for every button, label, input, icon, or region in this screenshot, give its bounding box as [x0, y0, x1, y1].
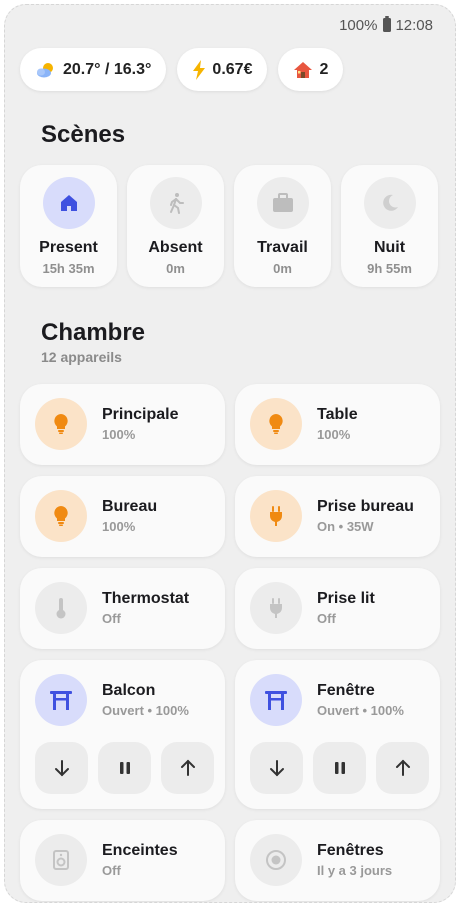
home-icon: [42, 177, 95, 229]
shutter-icon: [250, 674, 302, 726]
device-name: Fenêtre: [317, 682, 375, 699]
scene-time: 0m: [166, 261, 185, 276]
device-name: Table: [317, 406, 358, 423]
scene-time: 0m: [273, 261, 292, 276]
scene-travail[interactable]: Travail 0m: [234, 165, 331, 287]
device-state: Off: [102, 863, 121, 878]
device-card-fenetre[interactable]: Fenêtre Ouvert • 100%: [235, 660, 440, 809]
cover-up-button[interactable]: [161, 742, 214, 794]
sensor-icon: [250, 834, 302, 886]
device-state: Off: [317, 611, 336, 626]
cover-stop-button[interactable]: [98, 742, 151, 794]
walking-icon: [149, 177, 202, 229]
device-name: Fenêtres: [317, 842, 384, 859]
cover-up-button[interactable]: [376, 742, 429, 794]
scene-name: Nuit: [373, 239, 406, 256]
device-name: Principale: [102, 406, 179, 423]
status-bar: 100% 12:08: [339, 15, 433, 35]
energy-label: 0.67€: [212, 60, 253, 78]
battery-icon: [383, 16, 392, 32]
energy-chip[interactable]: 0.67€: [177, 48, 268, 91]
device-state: 100%: [102, 519, 136, 534]
device-name: Enceintes: [102, 842, 178, 859]
device-state: 100%: [317, 427, 351, 442]
app-screen: 100% 12:08 20.7° / 16.3° 0.67€ 2 Scènes …: [4, 4, 456, 903]
device-state: 100%: [102, 427, 136, 442]
device-name: Balcon: [102, 682, 156, 699]
arrow-down-icon: [269, 760, 284, 777]
cover-down-button[interactable]: [250, 742, 303, 794]
device-card-table[interactable]: Table 100%: [235, 384, 440, 465]
lightning-icon: [192, 59, 206, 80]
pause-icon: [334, 762, 345, 774]
weather-chip[interactable]: 20.7° / 16.3°: [20, 48, 167, 91]
device-card-prise-lit[interactable]: Prise lit Off: [235, 568, 440, 649]
room-title: Chambre: [41, 319, 146, 346]
device-name: Prise lit: [317, 590, 375, 607]
scene-nuit[interactable]: Nuit 9h 55m: [341, 165, 438, 287]
device-state: Ouvert • 100%: [317, 703, 404, 718]
clock: 12:08: [395, 16, 433, 34]
presence-label: 2: [319, 60, 329, 78]
bulb-icon: [35, 490, 87, 542]
shutter-icon: [35, 674, 87, 726]
scene-name: Present: [39, 239, 98, 256]
arrow-up-icon: [395, 759, 410, 776]
arrow-up-icon: [180, 759, 195, 776]
scenes-title: Scènes: [41, 121, 126, 148]
device-state: Il y a 3 jours: [317, 863, 393, 878]
weather-label: 20.7° / 16.3°: [63, 60, 152, 78]
plug-icon: [250, 490, 302, 542]
room-subtitle: 12 appareils: [41, 349, 122, 365]
weather-partly-cloudy-icon: [35, 61, 57, 79]
moon-icon: [363, 177, 416, 229]
device-name: Thermostat: [102, 590, 190, 607]
house-icon: [293, 61, 313, 79]
device-name: Prise bureau: [317, 498, 414, 515]
scene-time: 15h 35m: [42, 261, 95, 276]
thermometer-icon: [35, 582, 87, 634]
speaker-icon: [35, 834, 87, 886]
device-card-principale[interactable]: Principale 100%: [20, 384, 225, 465]
device-card-enceintes[interactable]: Enceintes Off: [20, 820, 225, 901]
device-card-prise-bureau[interactable]: Prise bureau On • 35W: [235, 476, 440, 557]
cover-stop-button[interactable]: [313, 742, 366, 794]
device-state: Off: [102, 611, 121, 626]
pause-icon: [119, 762, 130, 774]
plug-icon: [250, 582, 302, 634]
scene-time: 9h 55m: [367, 261, 412, 276]
device-state: Ouvert • 100%: [102, 703, 189, 718]
cover-controls: [35, 742, 214, 794]
bulb-icon: [35, 398, 87, 450]
scene-name: Travail: [257, 239, 308, 256]
briefcase-icon: [256, 177, 309, 229]
device-card-balcon[interactable]: Balcon Ouvert • 100%: [20, 660, 225, 809]
device-state: On • 35W: [317, 519, 374, 534]
scenes-row: Present 15h 35m Absent 0m Travail 0m Nui…: [20, 165, 438, 287]
summary-chips: 20.7° / 16.3° 0.67€ 2: [20, 48, 344, 91]
battery-level: 100%: [339, 16, 378, 34]
scene-present[interactable]: Present 15h 35m: [20, 165, 117, 287]
cover-controls: [250, 742, 429, 794]
scene-absent[interactable]: Absent 0m: [127, 165, 224, 287]
device-card-fenetres[interactable]: Fenêtres Il y a 3 jours: [235, 820, 440, 901]
cover-down-button[interactable]: [35, 742, 88, 794]
device-card-bureau[interactable]: Bureau 100%: [20, 476, 225, 557]
bulb-icon: [250, 398, 302, 450]
arrow-down-icon: [54, 760, 69, 777]
presence-chip[interactable]: 2: [278, 48, 344, 91]
device-card-thermostat[interactable]: Thermostat Off: [20, 568, 225, 649]
device-name: Bureau: [102, 498, 158, 515]
scene-name: Absent: [148, 239, 203, 256]
